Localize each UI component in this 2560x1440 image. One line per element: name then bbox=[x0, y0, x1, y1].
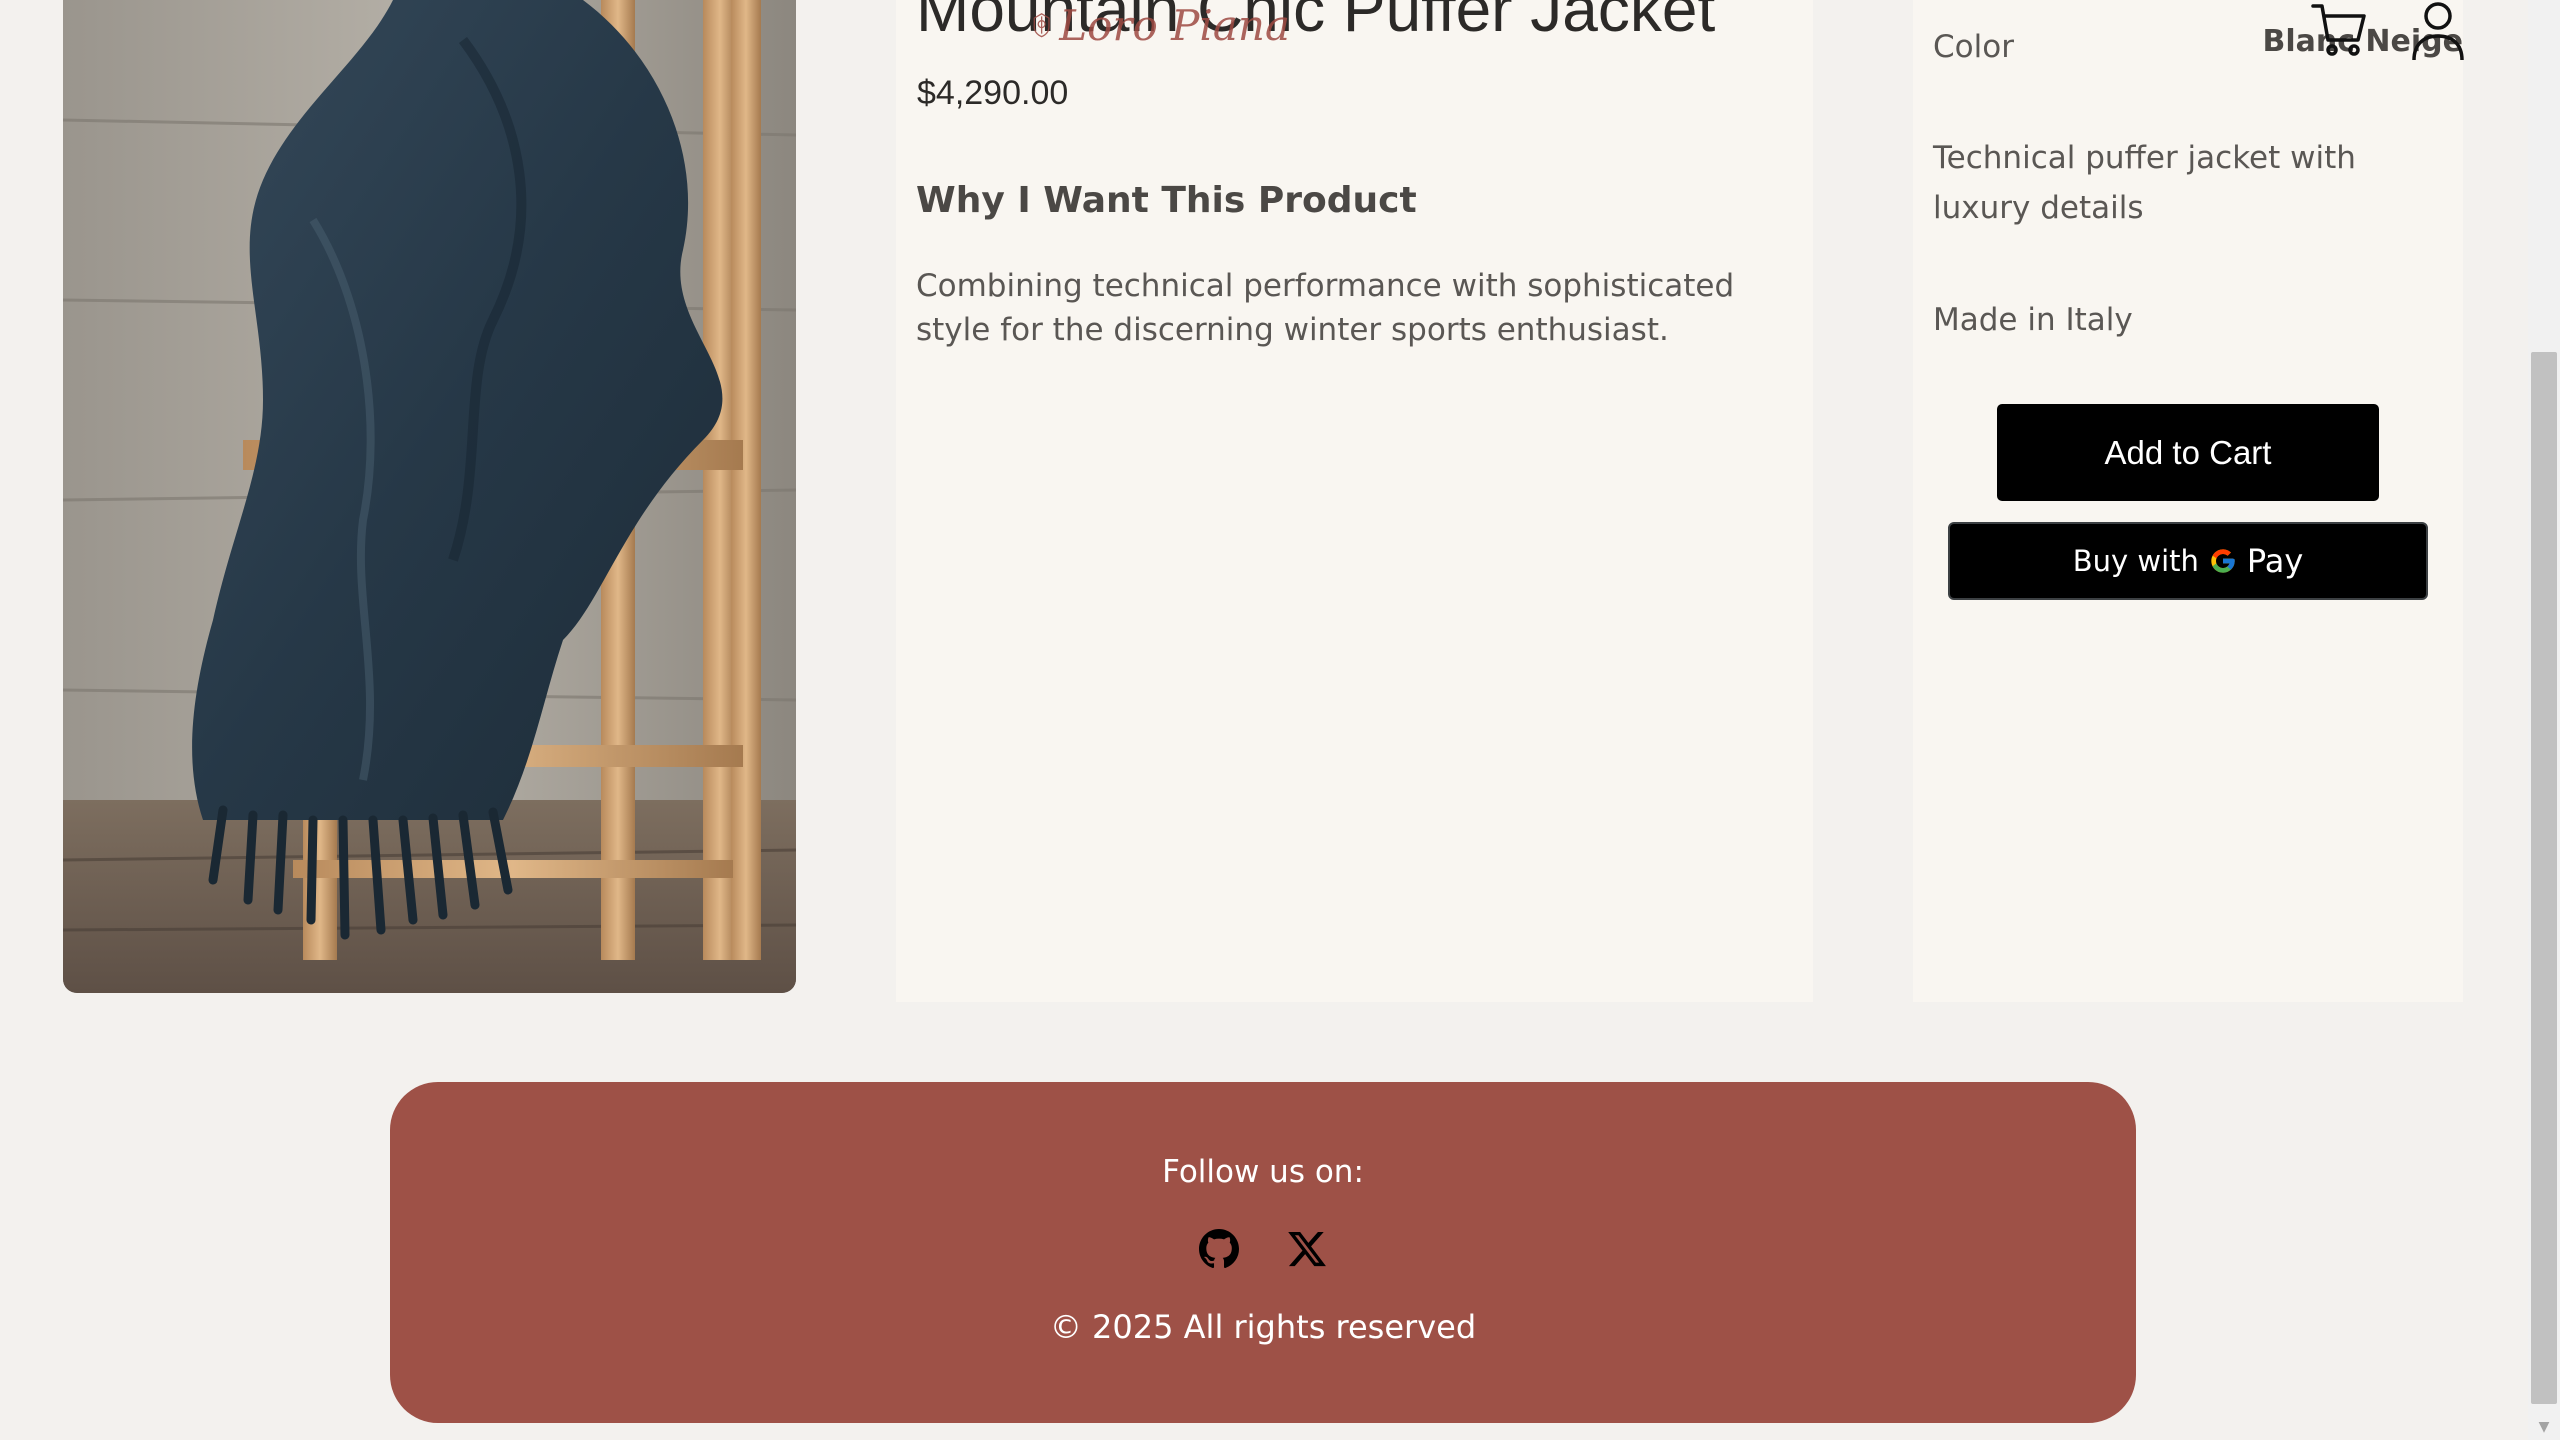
social-links bbox=[390, 1224, 2136, 1274]
product-page: Mountain Chic Puffer Jacket $4,290.00 Wh… bbox=[0, 0, 2560, 1440]
product-origin: Made in Italy bbox=[1933, 302, 2133, 338]
product-photo bbox=[63, 0, 796, 993]
add-to-cart-button[interactable]: Add to Cart bbox=[1997, 404, 2379, 501]
product-info-card: Mountain Chic Puffer Jacket $4,290.00 Wh… bbox=[896, 0, 1813, 1002]
scrollbar-thumb[interactable] bbox=[2531, 352, 2557, 1404]
github-icon[interactable] bbox=[1194, 1224, 1244, 1274]
why-heading: Why I Want This Product bbox=[916, 180, 1417, 221]
copyright-text: © 2025 All rights reserved bbox=[1049, 1308, 1477, 1346]
why-text: Combining technical performance with sop… bbox=[916, 268, 1735, 348]
color-label: Color bbox=[1933, 29, 2014, 65]
crest-icon bbox=[1033, 13, 1050, 38]
product-image bbox=[63, 0, 796, 993]
google-pay-button[interactable]: Buy with Pay bbox=[1948, 522, 2428, 600]
google-g-icon bbox=[2209, 547, 2237, 575]
follow-us-text: Follow us on: bbox=[1162, 1154, 1364, 1190]
logo-text: Loro Piana bbox=[1059, 0, 1290, 50]
vertical-scrollbar[interactable]: ▼ bbox=[2528, 0, 2560, 1440]
user-icon[interactable] bbox=[2410, 0, 2466, 62]
brand-logo[interactable]: Loro Piana bbox=[1030, 0, 1290, 58]
x-icon[interactable] bbox=[1282, 1224, 1332, 1274]
scroll-down-arrow-icon[interactable]: ▼ bbox=[2528, 1414, 2560, 1440]
gpay-prefix: Buy with bbox=[2072, 544, 2199, 578]
gpay-suffix: Pay bbox=[2246, 542, 2304, 580]
product-description: Technical puffer jacket with luxury deta… bbox=[1933, 140, 2356, 226]
cart-icon[interactable] bbox=[2310, 0, 2368, 58]
product-price: $4,290.00 bbox=[917, 74, 1069, 112]
purchase-card: Color Blanc Neige Technical puffer jacke… bbox=[1913, 0, 2463, 1002]
site-footer: Follow us on: © 2025 All rights reserved bbox=[390, 1082, 2136, 1423]
